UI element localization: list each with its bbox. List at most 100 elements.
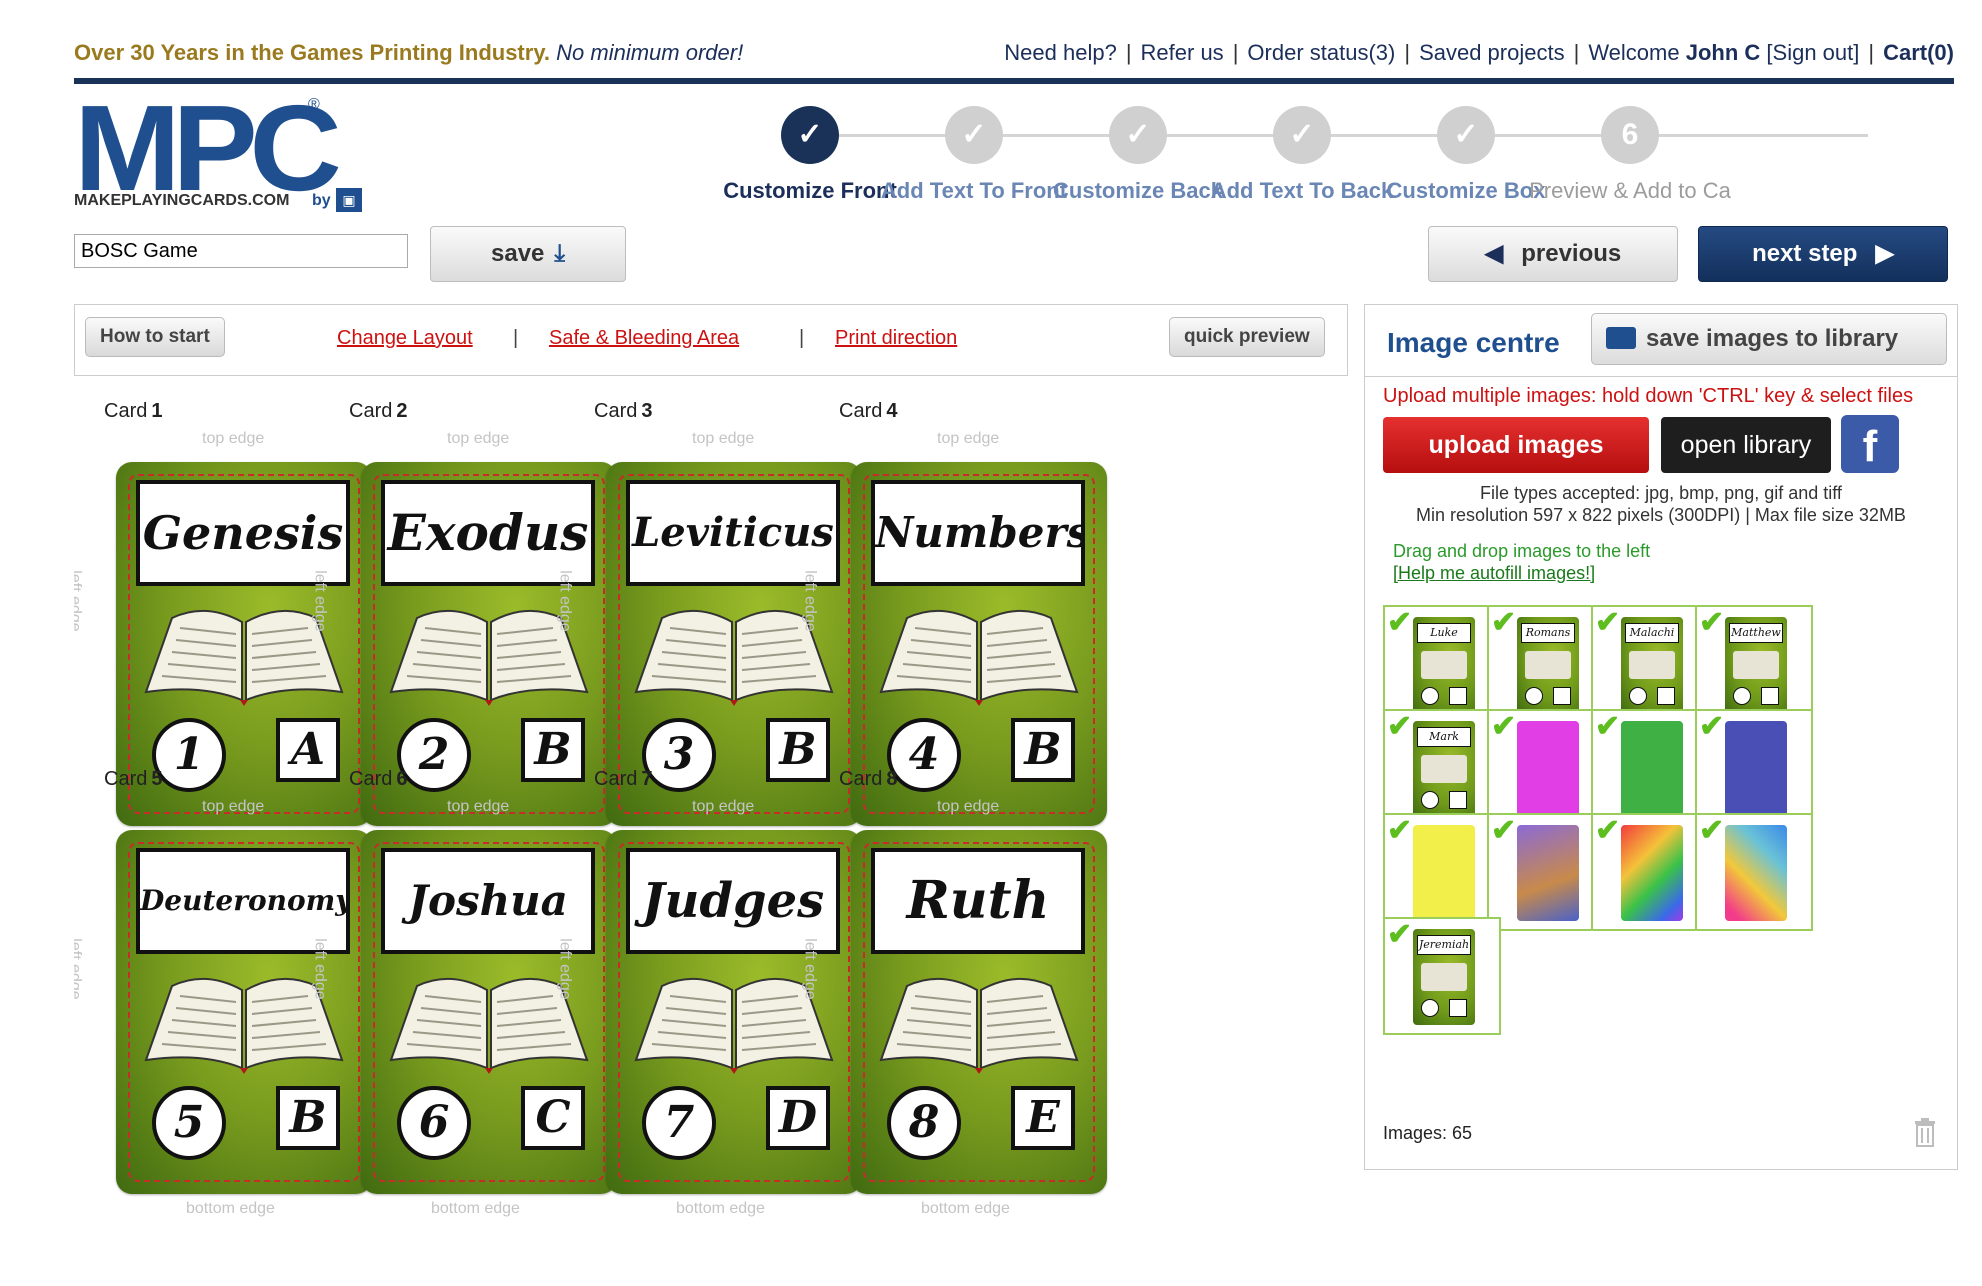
- image-thumbnail[interactable]: Luke ✔: [1383, 605, 1501, 723]
- check-icon: ✓: [945, 106, 1003, 164]
- card-number: 6: [396, 768, 408, 790]
- change-layout-link[interactable]: Change Layout: [337, 327, 473, 350]
- mini-letter-badge: [1761, 687, 1779, 705]
- card-value-badge: 6: [397, 1086, 471, 1160]
- image-thumbnail[interactable]: Jeremiah ✔: [1383, 917, 1501, 1035]
- folder-icon: [1606, 327, 1636, 349]
- upload-hint: Upload multiple images: hold down 'CTRL'…: [1383, 385, 1914, 407]
- thumbnail-preview: [1725, 721, 1787, 817]
- image-thumbnail[interactable]: Malachi ✔: [1591, 605, 1709, 723]
- promo-bold: Over 30 Years in the Games Printing Indu…: [74, 40, 551, 65]
- top-edge-label: top edge: [937, 798, 1000, 815]
- next-step-label: next step: [1752, 240, 1858, 267]
- mpc-logo[interactable]: MPC ® MAKEPLAYINGCARDS.COM by ▣: [74, 87, 374, 220]
- mini-number-badge: [1733, 687, 1751, 705]
- top-edge-label: top edge: [447, 430, 510, 447]
- image-centre-title: Image centre: [1387, 327, 1560, 358]
- card-title: Card 7: [594, 768, 652, 791]
- cart-link[interactable]: Cart(0): [1883, 40, 1954, 65]
- selected-check-icon: ✔: [1491, 814, 1517, 847]
- card-slot: Card8top edgebottom edgeleft edgeright e…: [802, 760, 1107, 1220]
- progress-steps: ✓ Customize Front ✓ Add Text To Front ✓ Custo…: [700, 106, 1980, 206]
- logo-subtitle: MAKEPLAYINGCARDS.COM: [74, 192, 290, 209]
- bottom-edge-label: bottom edge: [676, 1200, 765, 1217]
- open-library-button[interactable]: open library: [1661, 417, 1831, 473]
- image-thumbnail[interactable]: ✔: [1487, 813, 1605, 931]
- save-images-label: save images to library: [1646, 325, 1899, 352]
- left-edge-label: left edge: [74, 938, 84, 1000]
- check-icon: ✓: [1273, 106, 1331, 164]
- thumbnail-preview: Luke: [1413, 617, 1475, 713]
- image-thumbnail[interactable]: ✔: [1383, 813, 1501, 931]
- bible-icon: [877, 596, 1081, 706]
- mini-number-badge: [1421, 999, 1439, 1017]
- card-title: Card 2: [349, 400, 407, 423]
- registered-mark: ®: [308, 96, 320, 113]
- mini-number-badge: [1629, 687, 1647, 705]
- next-step-button[interactable]: next step ▶: [1698, 226, 1948, 282]
- card-title-label: Card: [839, 400, 883, 422]
- image-count: Images: 65: [1383, 1123, 1473, 1143]
- safe-bleeding-area-link[interactable]: Safe & Bleeding Area: [549, 327, 739, 350]
- image-thumbnail[interactable]: Mark ✔: [1383, 709, 1501, 827]
- trash-icon[interactable]: [1913, 1117, 1937, 1147]
- order-status-link[interactable]: Order status(3): [1247, 40, 1395, 65]
- drag-drop-text: Drag and drop images to the left: [1393, 541, 1651, 561]
- previous-button[interactable]: ◀ previous: [1428, 226, 1678, 282]
- step-number: 6: [1601, 106, 1659, 164]
- project-name-input[interactable]: [74, 234, 408, 268]
- left-edge-label: left edge: [801, 570, 819, 632]
- save-images-to-library-button[interactable]: save images to library: [1591, 313, 1947, 365]
- thumbnail-label: Romans: [1521, 623, 1575, 643]
- sign-out-link[interactable]: [Sign out]: [1766, 40, 1859, 65]
- step-label: Preview & Add to Ca: [1529, 178, 1731, 203]
- facebook-icon[interactable]: f: [1841, 415, 1899, 473]
- save-button[interactable]: save ⤓: [430, 226, 626, 282]
- image-thumbnail[interactable]: ✔: [1487, 709, 1605, 827]
- thumbnail-preview: [1517, 825, 1579, 921]
- image-thumbnail[interactable]: Matthew ✔: [1695, 605, 1813, 723]
- selected-check-icon: ✔: [1387, 918, 1413, 951]
- header-divider: [74, 78, 1954, 84]
- bottom-edge-label: bottom edge: [431, 1200, 520, 1217]
- card-number: 4: [886, 400, 898, 422]
- image-thumbnail[interactable]: ✔: [1591, 709, 1709, 827]
- mini-bible-icon: [1733, 651, 1779, 679]
- mini-letter-badge: [1449, 687, 1467, 705]
- quick-preview-button[interactable]: quick preview: [1169, 317, 1325, 357]
- left-edge-label: left edge: [74, 570, 84, 632]
- mini-bible-icon: [1629, 651, 1675, 679]
- refer-us-link[interactable]: Refer us: [1141, 40, 1224, 65]
- how-to-start-button[interactable]: How to start: [85, 317, 225, 357]
- mini-letter-badge: [1449, 791, 1467, 809]
- thumbnail-preview: [1725, 825, 1787, 921]
- card-front-image[interactable]: Ruth 8 E: [851, 830, 1107, 1194]
- card-number: 8: [886, 768, 898, 790]
- bottom-edge-label: bottom edge: [186, 1200, 275, 1217]
- image-thumbnail[interactable]: ✔: [1695, 813, 1813, 931]
- check-icon: ✓: [781, 106, 839, 164]
- card-number: 3: [641, 400, 653, 422]
- need-help-link[interactable]: Need help?: [1004, 40, 1117, 65]
- top-edge-label: top edge: [202, 798, 265, 815]
- save-label: save: [491, 240, 545, 267]
- card-title: Card 1: [104, 400, 162, 423]
- autofill-help-link[interactable]: [Help me autofill images!]: [1393, 563, 1595, 584]
- toolbar-separator: |: [799, 327, 805, 349]
- card-title: Card 6: [349, 768, 407, 791]
- upload-images-button[interactable]: upload images: [1383, 417, 1649, 473]
- card-grid: Card1top edgebottom edgeleft edgeright e…: [74, 392, 1348, 1286]
- card-title: Card 8: [839, 768, 897, 791]
- saved-projects-link[interactable]: Saved projects: [1419, 40, 1565, 65]
- print-direction-link[interactable]: Print direction: [835, 327, 957, 350]
- thumbnail-preview: [1621, 721, 1683, 817]
- card-value-badge: 5: [152, 1086, 226, 1160]
- step-6[interactable]: 6 Preview & Add to Ca: [1520, 106, 1740, 204]
- image-thumbnail[interactable]: ✔: [1695, 709, 1813, 827]
- top-bar: Over 30 Years in the Games Printing Indu…: [74, 36, 1954, 70]
- bible-icon: [877, 964, 1081, 1074]
- thumbnail-preview: [1517, 721, 1579, 817]
- editor-toolbar: How to start Change Layout | Safe & Blee…: [74, 304, 1348, 376]
- image-thumbnail[interactable]: Romans ✔: [1487, 605, 1605, 723]
- image-thumbnail[interactable]: ✔: [1591, 813, 1709, 931]
